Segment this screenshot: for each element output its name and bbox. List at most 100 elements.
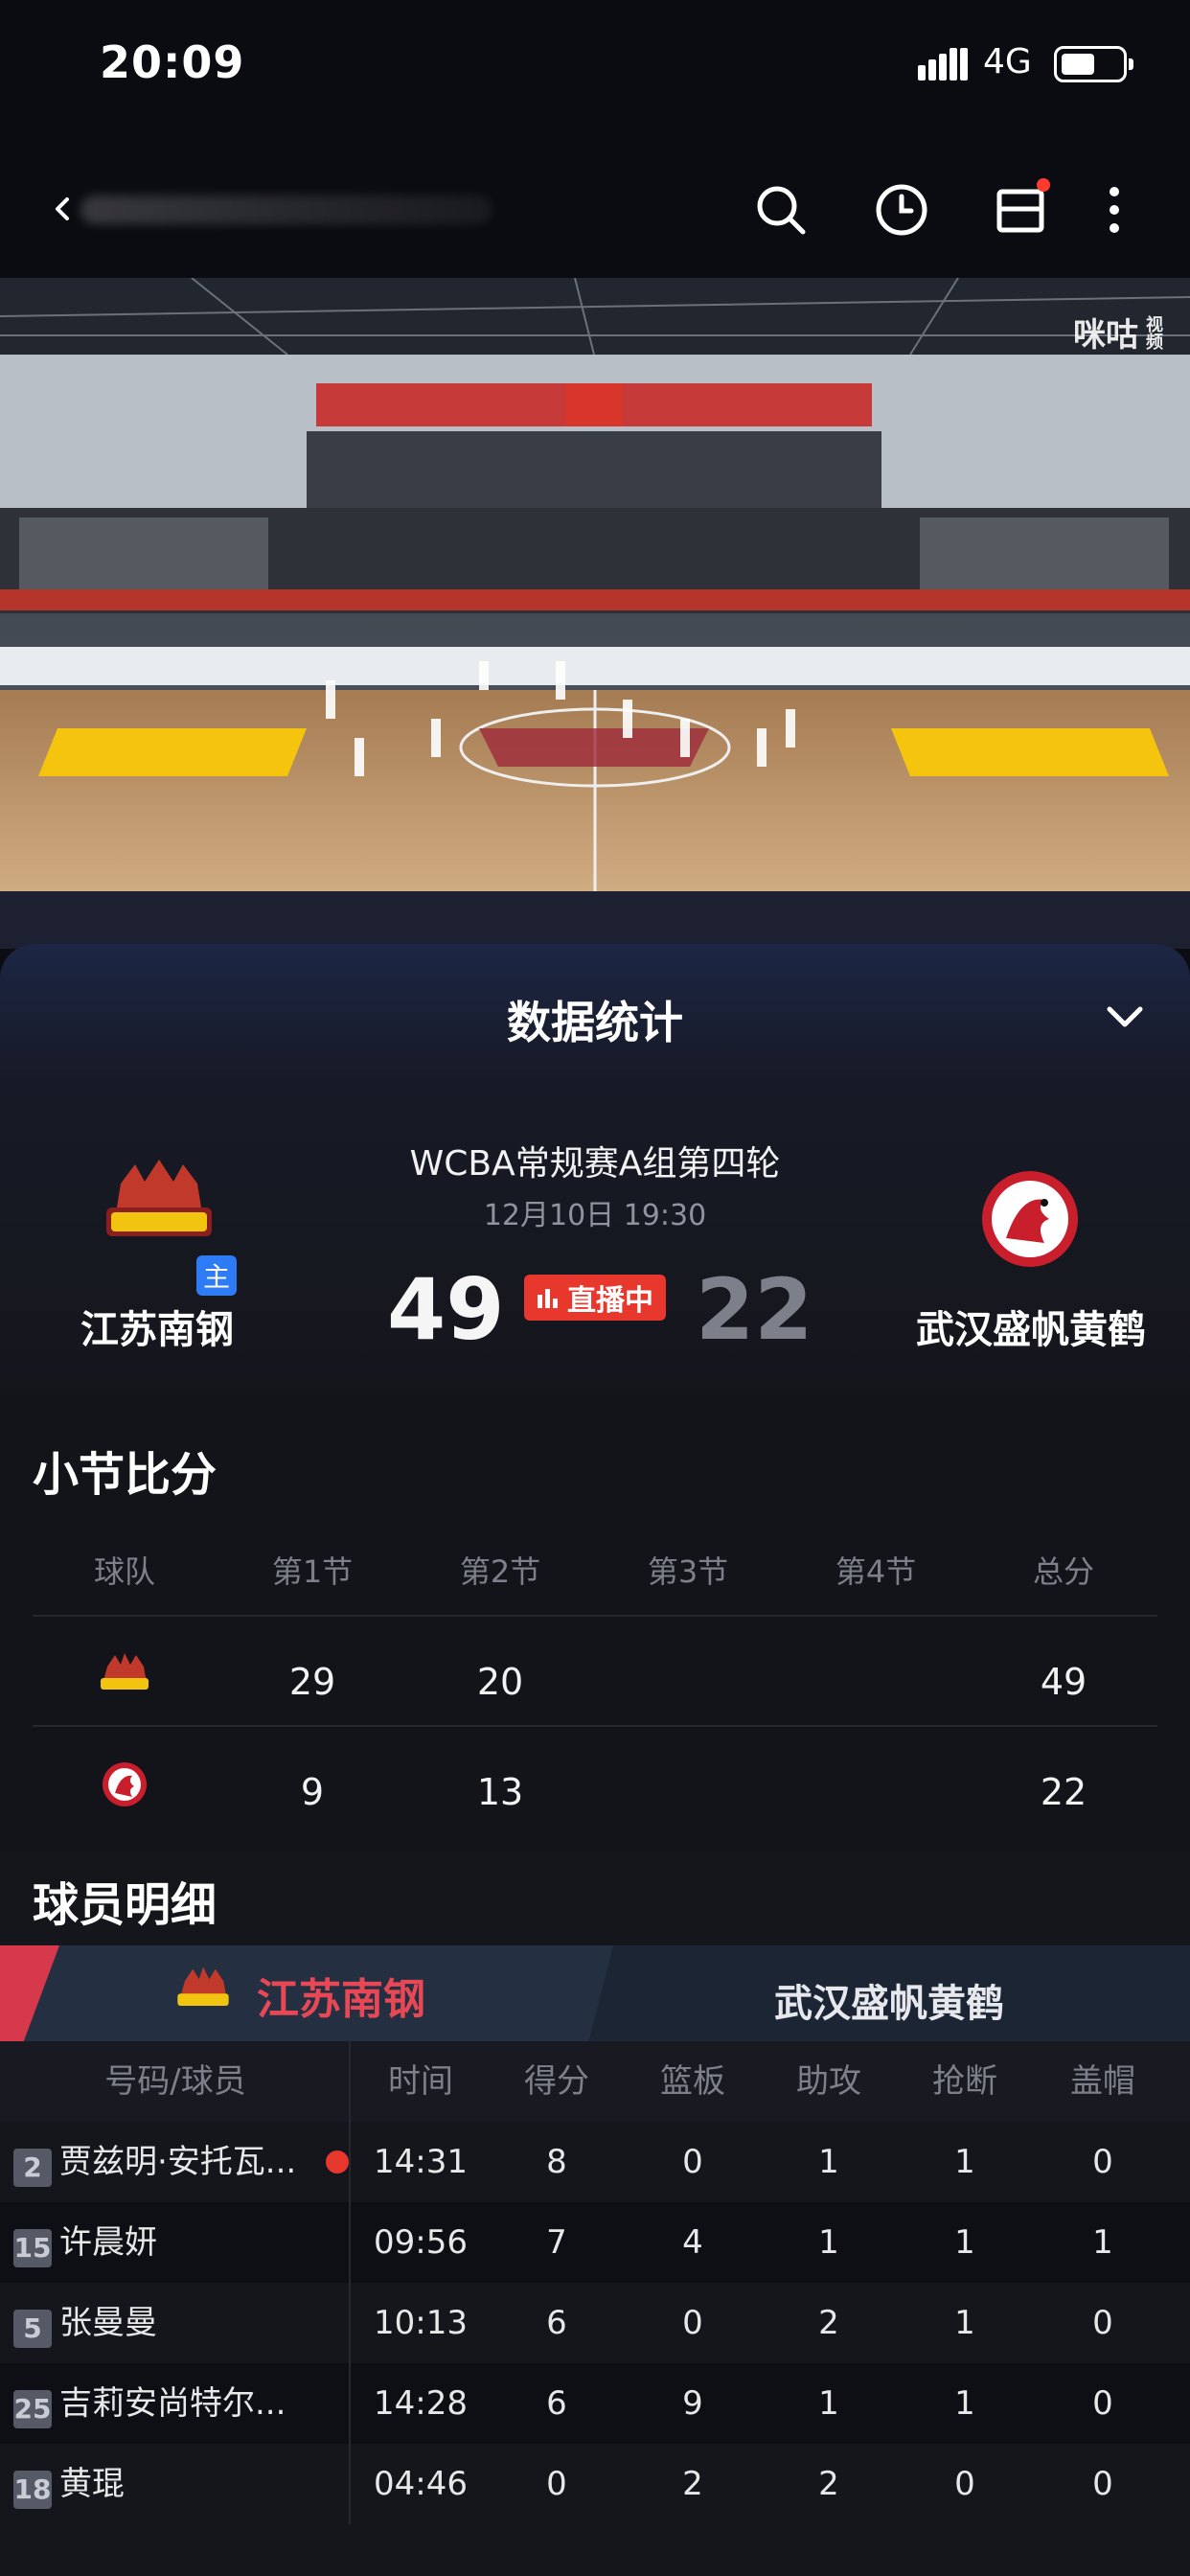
header-rebounds: 篮板	[660, 2062, 725, 2101]
away-total: 22	[1040, 1771, 1087, 1813]
cell-blocks: 0	[1092, 2384, 1113, 2423]
live-bars-icon	[538, 1289, 558, 1308]
table-row[interactable]: 2 贾兹明·安托瓦... 14:31 8 0 1 1 0	[0, 2122, 1190, 2202]
search-icon[interactable]	[751, 180, 811, 240]
cell-points: 6	[546, 2384, 567, 2423]
jersey-number: 25	[13, 2390, 52, 2428]
divider	[33, 1615, 1157, 1617]
jersey-number: 2	[13, 2149, 52, 2187]
jiangsu-tab-logo	[177, 1966, 229, 2006]
table-row[interactable]: 15 许晨妍 09:56 7 4 1 1 1	[0, 2202, 1190, 2283]
cell-blocks: 0	[1092, 2465, 1113, 2503]
home-q1: 29	[288, 1661, 336, 1703]
back-arrow-icon[interactable]	[46, 192, 80, 226]
player-name: 黄琨	[59, 2465, 125, 2503]
player-details-title: 球员明细	[33, 1878, 217, 1932]
cell-steals: 1	[954, 2143, 975, 2181]
cell-points: 8	[546, 2143, 567, 2181]
player-name: 许晨妍	[59, 2223, 157, 2262]
home-team-name[interactable]: 江苏南钢	[13, 1299, 301, 1354]
table-header-row: 号码/球员 时间 得分 篮板 助攻 抢断 盖帽	[0, 2041, 1190, 2122]
jersey-number: 5	[13, 2310, 52, 2348]
qs-header-q4: 第4节	[835, 1553, 917, 1590]
cell-steals: 1	[954, 2384, 975, 2423]
cell-points: 0	[546, 2465, 567, 2503]
status-bar: 20:09 4G	[0, 0, 1190, 134]
away-q2: 13	[476, 1771, 524, 1813]
panel-title: 数据统计	[507, 997, 683, 1048]
video-player[interactable]: 咪咕 视频	[0, 278, 1190, 949]
header-blocks: 盖帽	[1070, 2062, 1135, 2101]
table-row[interactable]: 25 吉莉安尚特尔... 14:28 6 9 1 1 0	[0, 2363, 1190, 2444]
cell-steals: 0	[954, 2465, 975, 2503]
home-total: 49	[1040, 1661, 1087, 1703]
cell-rebounds: 4	[682, 2223, 703, 2262]
cell-steals: 1	[954, 2304, 975, 2342]
cell-time: 09:56	[374, 2223, 468, 2262]
cell-time: 14:28	[374, 2384, 468, 2423]
network-label: 4G	[983, 42, 1032, 81]
battery-icon	[1054, 46, 1133, 82]
cell-assists: 1	[818, 2143, 839, 2181]
blurred-title	[80, 196, 492, 224]
qs-header-q1: 第1节	[271, 1553, 354, 1590]
divider	[33, 1725, 1157, 1727]
jersey-number: 18	[13, 2471, 52, 2509]
cell-assists: 1	[818, 2384, 839, 2423]
player-name: 吉莉安尚特尔...	[59, 2384, 286, 2423]
table-row[interactable]: 18 黄琨 04:46 0 2 2 0 0	[0, 2444, 1190, 2524]
cell-time: 10:13	[374, 2304, 468, 2342]
cell-blocks: 1	[1092, 2223, 1113, 2262]
cell-time: 14:31	[374, 2143, 468, 2181]
table-row[interactable]: 5 张曼曼 10:13 6 0 2 1 0	[0, 2283, 1190, 2363]
home-q2: 20	[476, 1661, 524, 1703]
wuhan-team-logo[interactable]	[977, 1166, 1083, 1272]
cell-time: 04:46	[374, 2465, 468, 2503]
cell-rebounds: 0	[682, 2143, 703, 2181]
cell-points: 7	[546, 2223, 567, 2262]
notification-dot	[1037, 178, 1050, 192]
qs-header-q3: 第3节	[647, 1553, 729, 1590]
basketball-icon	[326, 2150, 349, 2174]
header-steals: 抢断	[932, 2062, 997, 2101]
status-time: 20:09	[100, 36, 245, 88]
stats-panel: 数据统计 主 江苏南钢 WCBA常规赛A组第四轮 12月10日 19:30 49…	[0, 944, 1190, 2576]
migu-watermark: 咪咕 视频	[1073, 314, 1163, 356]
jersey-number: 15	[13, 2229, 52, 2267]
team-tabs: 江苏南钢 武汉盛帆黄鹤	[0, 1945, 1190, 2041]
quarter-scores-section: 小节比分 球队 第1节 第2节 第3节 第4节 总分 29 20 49 9 13…	[0, 1394, 1190, 1850]
tab-jiangsu-label[interactable]: 江苏南钢	[257, 1965, 425, 2026]
cell-assists: 2	[818, 2304, 839, 2342]
player-name: 张曼曼	[59, 2304, 157, 2342]
player-name: 贾兹明·安托瓦...	[59, 2143, 297, 2181]
cell-rebounds: 2	[682, 2465, 703, 2503]
collapse-chevron-icon[interactable]	[1102, 994, 1148, 1040]
qs-header-total: 总分	[1032, 1553, 1094, 1590]
header-assists: 助攻	[796, 2062, 861, 2101]
signal-icon	[918, 48, 968, 80]
cell-points: 6	[546, 2304, 567, 2342]
tab-wuhan-label[interactable]: 武汉盛帆黄鹤	[774, 1972, 1004, 2028]
header-time: 时间	[388, 2062, 453, 2101]
cell-assists: 1	[818, 2223, 839, 2262]
more-options-icon[interactable]	[1100, 180, 1129, 240]
cell-rebounds: 9	[682, 2384, 703, 2423]
cell-assists: 2	[818, 2465, 839, 2503]
jiangsu-mini-logo	[101, 1653, 149, 1690]
arena-scene	[0, 278, 1190, 949]
header-points: 得分	[524, 2062, 589, 2101]
cell-blocks: 0	[1092, 2143, 1113, 2181]
player-details-section: 球员明细 江苏南钢 武汉盛帆黄鹤 号码/球员 时间 得分 篮板 助攻 抢断 盖帽…	[0, 1850, 1190, 2576]
away-team-name[interactable]: 武汉盛帆黄鹤	[887, 1299, 1175, 1354]
home-badge: 主	[196, 1255, 237, 1296]
history-clock-icon[interactable]	[872, 180, 931, 240]
qs-header-q2: 第2节	[459, 1553, 541, 1590]
away-q1: 9	[300, 1771, 325, 1813]
live-badge: 直播中	[524, 1275, 666, 1321]
quarter-scores-title: 小节比分	[33, 1448, 217, 1502]
qs-header-team: 球队	[93, 1553, 155, 1590]
cell-rebounds: 0	[682, 2304, 703, 2342]
wuhan-mini-logo	[103, 1762, 147, 1806]
header-player: 号码/球员	[104, 2062, 246, 2101]
home-score: 49	[387, 1260, 505, 1359]
